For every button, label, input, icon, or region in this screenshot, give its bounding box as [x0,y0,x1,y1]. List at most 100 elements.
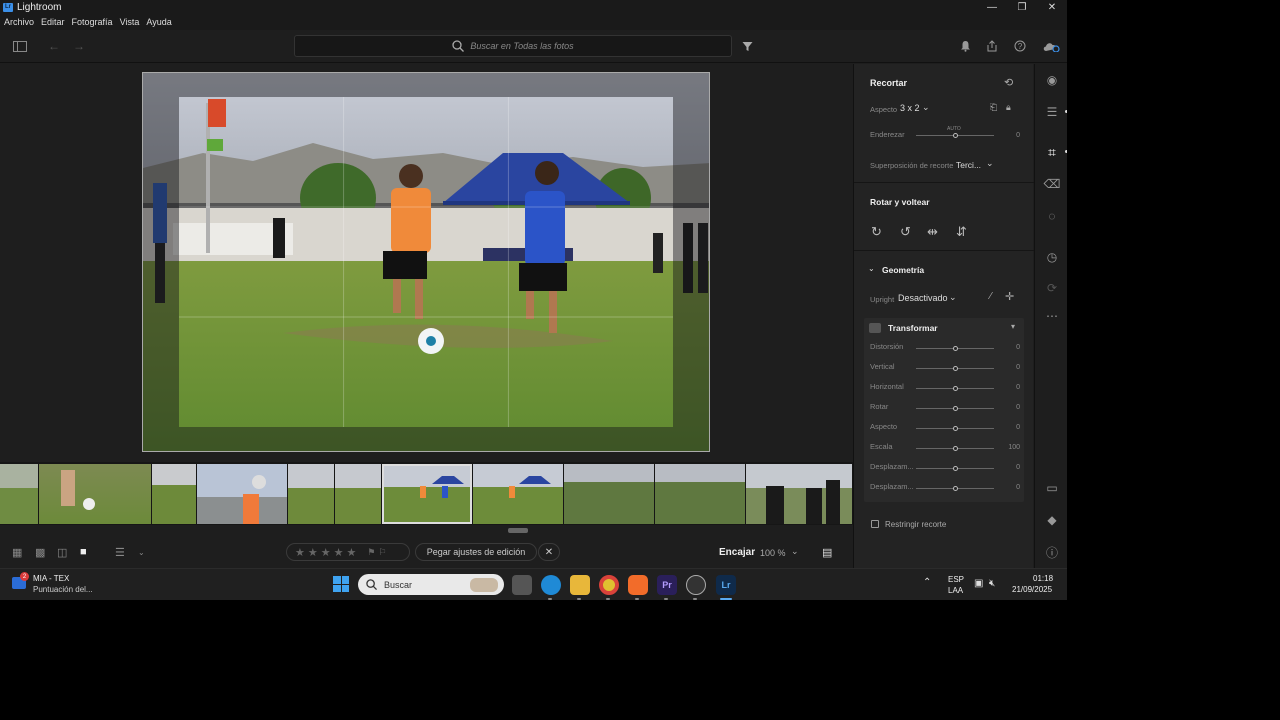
taskbar-search-box[interactable]: Buscar [358,574,504,595]
history-icon[interactable]: ◷ [1044,249,1060,265]
volume-muted-icon[interactable]: 🔇︎ [989,578,995,589]
overlay-chevron-down-icon[interactable]: ⌄ [986,158,994,169]
filmstrip-thumbnail[interactable] [0,464,38,524]
tag-icon[interactable]: ◆ [1044,512,1060,528]
pick-flag-icon[interactable]: ⚑ [367,547,375,558]
maximize-button[interactable]: ❐ [1007,0,1037,14]
zoom-chevron-down-icon[interactable]: ⌄ [791,546,799,557]
crop-tool-icon[interactable]: ⌗ [1044,144,1060,160]
back-arrow-icon[interactable]: ← [46,39,62,53]
fit-zoom-button[interactable]: Encajar [719,547,755,558]
offset-y-slider[interactable] [916,486,994,491]
forward-arrow-icon[interactable]: → [71,39,87,53]
info-icon[interactable]: ⓘ [1044,544,1060,560]
zoom-level[interactable]: 100 % [760,548,786,558]
guided-upright-icon[interactable]: ✛ [1005,290,1014,303]
filmstrip-thumbnail[interactable] [564,464,654,524]
offset-x-slider[interactable] [916,466,994,471]
auto-upright-wand-icon[interactable]: ⁄ [990,291,992,302]
more-options-icon[interactable]: ⋯ [1044,308,1060,324]
versions-icon[interactable]: ⟳ [1044,280,1060,296]
search-input[interactable]: Buscar en Todas las fotos [294,35,732,57]
filmstrip-thumbnail[interactable] [197,464,287,524]
square-grid-view-icon[interactable]: ▩ [35,546,45,559]
notification-title[interactable]: MIA - TEX [33,574,69,583]
recording-app-icon[interactable] [686,575,706,595]
clock-date[interactable]: 21/09/2025 [1012,585,1052,594]
filmstrip-thumbnail[interactable] [152,464,196,524]
photo-crop-frame[interactable] [142,72,710,452]
menu-archivo[interactable]: Archivo [4,17,34,27]
grid-view-icon[interactable]: ▦ [12,546,22,559]
filter-icon[interactable] [739,39,755,53]
notification-subtitle[interactable]: Puntuación del... [33,585,93,594]
horizontal-slider[interactable] [916,386,994,391]
geometry-chevron-down-icon[interactable]: ⌄ [868,264,875,273]
close-paste-icon[interactable]: ✕ [538,543,560,561]
panel-toggle-icon[interactable] [12,39,28,53]
crop-overlay-dropdown[interactable]: Terci... [956,160,981,170]
geometry-section-title[interactable]: Geometría [882,265,924,275]
task-view-icon[interactable] [512,575,532,595]
filmstrip[interactable] [0,462,853,525]
filmstrip-thumbnail-selected[interactable] [382,464,472,524]
rotate-clockwise-icon[interactable]: ↻ [871,224,882,240]
edge-browser-icon[interactable] [541,575,561,595]
comments-icon[interactable]: ▭ [1044,480,1060,496]
scale-slider[interactable] [916,446,994,451]
minimize-button[interactable]: — [977,0,1007,14]
aspect-chevron-down-icon[interactable]: ⌄ [922,102,930,113]
reject-flag-icon[interactable]: ⚐ [378,547,386,558]
filmstrip-thumbnail[interactable] [655,464,745,524]
reset-crop-icon[interactable]: ⟲ [1004,76,1013,89]
distortion-slider[interactable] [916,346,994,351]
sort-chevron-down-icon[interactable]: ⌄ [138,548,145,557]
paste-edit-settings-button[interactable]: Pegar ajustes de edición [415,543,537,561]
transform-menu-chevron-icon[interactable]: ▾ [1011,322,1015,331]
notification-bell-icon[interactable] [957,39,973,53]
star-icon[interactable]: ★ [321,546,331,559]
flip-vertical-icon[interactable]: ⇵ [956,224,967,240]
detail-view-icon[interactable]: ■ [80,546,87,558]
eraser-icon[interactable]: ⌫ [1044,176,1061,192]
star-icon[interactable]: ★ [295,546,305,559]
help-icon[interactable]: ? [1012,39,1028,53]
menu-vista[interactable]: Vista [120,17,140,27]
star-icon[interactable]: ★ [308,546,318,559]
upright-chevron-down-icon[interactable]: ⌄ [949,292,957,303]
compare-view-icon[interactable]: ◫ [57,546,67,559]
close-button[interactable]: ✕ [1037,0,1067,14]
upright-dropdown[interactable]: Desactivado [898,293,948,303]
photo-canvas[interactable] [0,64,853,460]
straighten-slider[interactable] [916,133,994,138]
windows-start-icon[interactable] [333,576,349,592]
lightroom-taskbar-icon[interactable]: Lr [716,575,736,595]
rotate-slider[interactable] [916,406,994,411]
constrain-crop-checkbox[interactable] [871,520,879,528]
brave-icon[interactable] [628,575,648,595]
rotate-counterclockwise-icon[interactable]: ↺ [900,224,911,240]
premiere-pro-icon[interactable]: Pr [657,575,677,595]
filmstrip-thumbnail[interactable] [335,464,381,524]
rotate-aspect-icon[interactable]: ⎗ [990,102,997,113]
sort-icon[interactable]: ☰ [115,546,125,559]
masking-icon[interactable]: ◌ [1044,208,1060,224]
language-top[interactable]: ESP [948,575,964,584]
filmstrip-toggle-icon[interactable]: ▤ [822,546,832,559]
system-tray-chevron-icon[interactable]: ⌃ [923,577,931,588]
flip-horizontal-icon[interactable]: ⇹ [927,224,938,240]
straighten-auto-button[interactable]: AUTO [947,126,961,132]
vertical-slider[interactable] [916,366,994,371]
filmstrip-thumbnail[interactable] [746,464,852,524]
cloud-sync-icon[interactable] [1041,39,1061,53]
star-icon[interactable]: ★ [347,546,357,559]
filmstrip-thumbnail[interactable] [288,464,334,524]
filmstrip-thumbnail[interactable] [473,464,563,524]
filmstrip-resize-handle[interactable] [508,528,528,533]
edit-sliders-icon[interactable]: ☰ [1044,104,1060,120]
slider-knob[interactable] [953,133,958,138]
menu-fotografia[interactable]: Fotografía [72,17,113,27]
clock-time[interactable]: 01:18 [1033,574,1053,583]
star-icon[interactable]: ★ [334,546,344,559]
rating-and-flags[interactable]: ★ ★ ★ ★ ★ ⚑ ⚐ [286,543,410,561]
